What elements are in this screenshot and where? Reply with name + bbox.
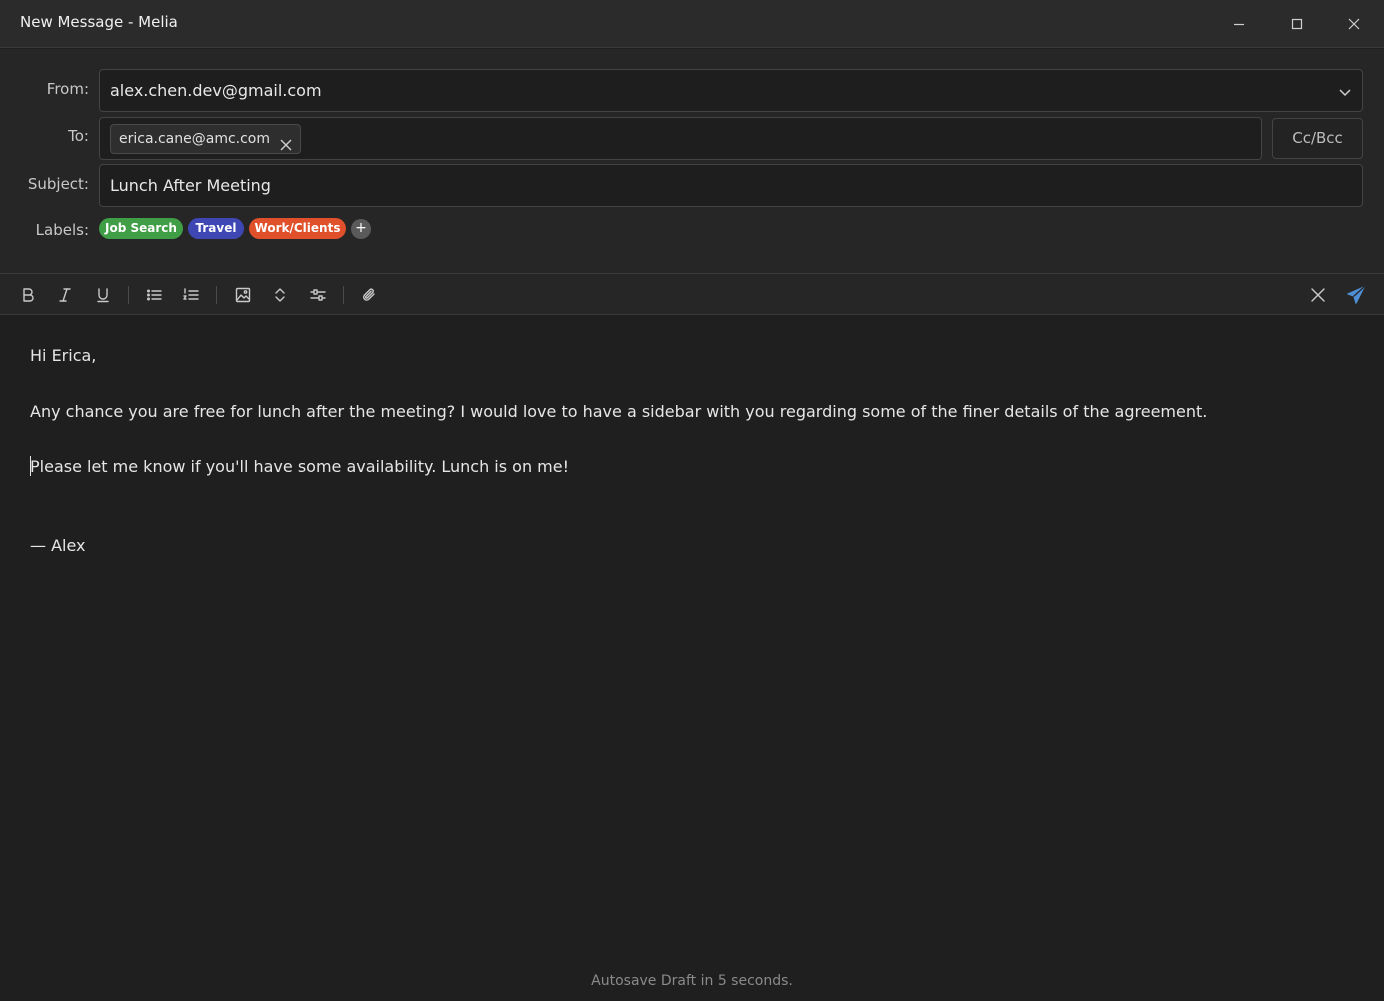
subject-input[interactable]: Lunch After Meeting [99,164,1363,207]
insert-image-button[interactable] [231,283,255,307]
subject-label: Subject: [27,175,89,193]
remove-recipient-icon[interactable] [280,133,292,151]
discard-button[interactable] [1306,283,1330,307]
message-body[interactable]: Hi Erica, Any chance you are free for lu… [0,316,1384,966]
from-label: From: [46,80,89,98]
expand-button[interactable] [268,283,292,307]
image-icon [235,287,251,303]
autosave-status: Autosave Draft in 5 seconds. [591,973,793,989]
labels-label: Labels: [35,221,89,239]
send-icon [1347,286,1365,304]
body-greeting: Hi Erica, [30,346,97,365]
bold-icon [23,288,34,302]
label-work-clients[interactable]: Work/Clients [249,218,346,239]
bold-button[interactable] [16,283,40,307]
italic-button[interactable] [53,283,77,307]
bullet-list-button[interactable] [142,283,166,307]
subject-value: Lunch After Meeting [110,176,271,195]
chevron-down-icon [1338,84,1352,103]
minimize-button[interactable] [1225,10,1253,38]
paperclip-icon [363,288,375,301]
to-label: To: [68,127,89,145]
label-job-search[interactable]: Job Search [99,218,183,239]
from-value: alex.chen.dev@gmail.com [110,81,322,100]
bullet-list-icon [147,289,162,301]
toolbar-divider [216,286,217,304]
to-field[interactable]: erica.cane@amc.com [99,117,1262,160]
add-label-button[interactable]: + [351,219,371,239]
maximize-button[interactable] [1283,10,1311,38]
attach-button[interactable] [357,283,381,307]
settings-sliders-icon [310,289,326,301]
italic-icon [59,288,71,302]
compose-header: From: alex.chen.dev@gmail.com To: erica.… [0,49,1384,273]
toolbar-divider [343,286,344,304]
body-paragraph: Please let me know if you'll have some a… [30,457,570,476]
minimize-icon [1234,23,1244,26]
recipient-email: erica.cane@amc.com [119,131,271,147]
maximize-icon [1291,18,1303,30]
toolbar-divider [128,286,129,304]
label-travel[interactable]: Travel [188,218,244,239]
from-select[interactable]: alex.chen.dev@gmail.com [99,69,1363,112]
underline-button[interactable] [91,283,115,307]
window-title: New Message - Melia [20,13,178,31]
close-button[interactable] [1340,10,1368,38]
body-paragraph: Any chance you are free for lunch after … [30,402,1208,421]
close-icon [1348,18,1360,30]
underline-icon [97,288,109,303]
numbered-list-icon [183,288,199,300]
expand-icon [275,288,285,302]
recipient-chip[interactable]: erica.cane@amc.com [110,124,302,154]
cc-bcc-button[interactable]: Cc/Bcc [1272,118,1363,159]
send-button[interactable] [1344,283,1368,307]
formatting-toolbar [0,273,1384,315]
body-signature: — Alex [30,536,86,555]
title-bar: New Message - Melia [0,0,1384,48]
discard-icon [1311,288,1325,302]
settings-button[interactable] [306,283,330,307]
numbered-list-button[interactable] [179,283,203,307]
